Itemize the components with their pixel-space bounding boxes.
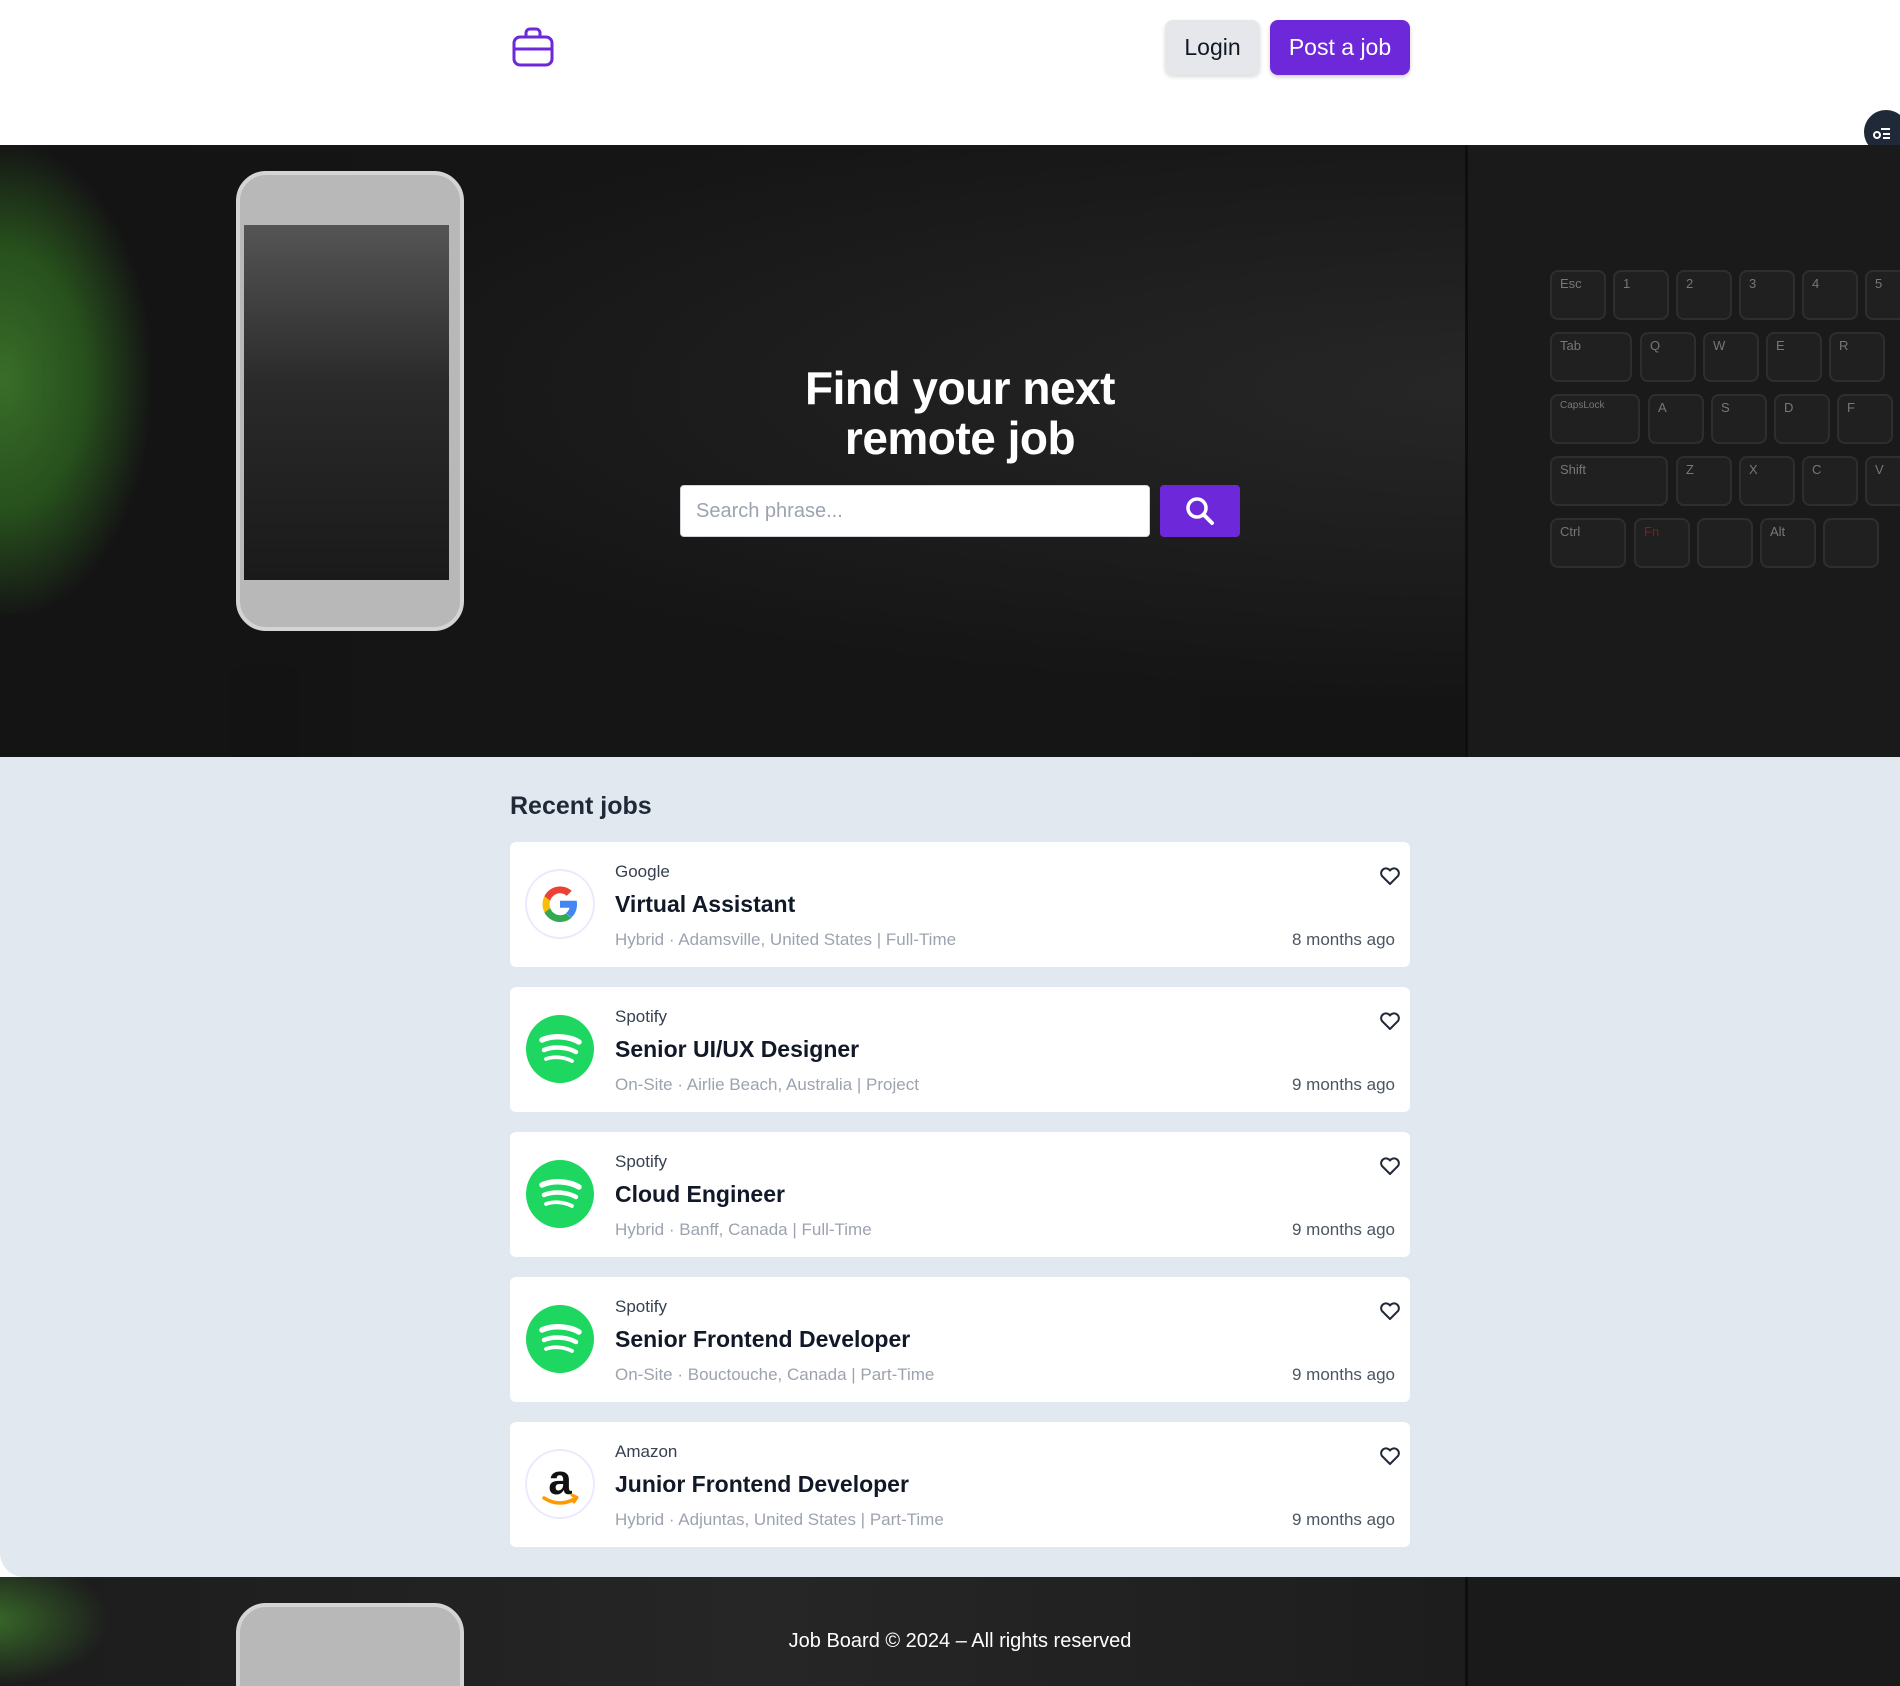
device-decoration (230, 665, 300, 757)
heart-icon[interactable] (1378, 864, 1402, 888)
keyboard-key: D (1774, 394, 1830, 444)
svg-text:a: a (548, 1456, 572, 1503)
job-card[interactable]: Spotify Senior UI/UX Designer On-Site · … (510, 987, 1410, 1112)
heart-icon[interactable] (1378, 1299, 1402, 1323)
keyboard-key: 2 (1676, 270, 1732, 320)
job-card[interactable]: Spotify Cloud Engineer Hybrid · Banff, C… (510, 1132, 1410, 1257)
job-company: Google (615, 862, 670, 881)
job-card[interactable]: Google Virtual Assistant Hybrid · Adamsv… (510, 842, 1410, 967)
keyboard-key: F (1837, 394, 1893, 444)
hero-title-line: remote job (844, 412, 1076, 464)
job-company: Spotify (615, 1007, 667, 1026)
site-header: Login Post a job (0, 0, 1900, 145)
job-company: Spotify (615, 1297, 667, 1316)
google-logo (525, 869, 595, 939)
job-title[interactable]: Junior Frontend Developer (615, 1471, 909, 1498)
amazon-logo: a (525, 1449, 595, 1519)
job-title[interactable]: Senior UI/UX Designer (615, 1036, 859, 1063)
keyboard-key: Esc (1550, 270, 1606, 320)
job-card[interactable]: a Amazon Junior Frontend Developer Hybri… (510, 1422, 1410, 1547)
phone-screen-decoration (244, 225, 449, 580)
job-posted-time: 8 months ago (1291, 930, 1395, 949)
hero-banner: Esc 1 2 3 4 5 Tab Q W E R CapsLock A S D… (0, 145, 1900, 757)
site-footer: Job Board © 2024 – All rights reserved (0, 1577, 1900, 1686)
keyboard-key: E (1766, 332, 1822, 382)
keyboard-key: 3 (1739, 270, 1795, 320)
keyboard-key: Z (1676, 456, 1732, 506)
job-posted-time: 9 months ago (1291, 1220, 1395, 1239)
keyboard-key: R (1829, 332, 1885, 382)
job-posted-time: 9 months ago (1291, 1510, 1395, 1529)
briefcase-icon[interactable] (510, 24, 556, 70)
job-meta: On-Site · Bouctouche, Canada | Part-Time (615, 1365, 935, 1384)
keyboard-key: S (1711, 394, 1767, 444)
job-card[interactable]: Spotify Senior Frontend Developer On-Sit… (510, 1277, 1410, 1402)
keyboard-decoration: Esc 1 2 3 4 5 Tab Q W E R CapsLock A S D… (1465, 145, 1900, 757)
spotify-logo (525, 1159, 595, 1229)
heart-icon[interactable] (1378, 1154, 1402, 1178)
job-meta: Hybrid · Adamsville, United States | Ful… (615, 930, 957, 949)
keyboard-key: Ctrl (1550, 518, 1626, 568)
plant-decoration (0, 145, 150, 615)
keyboard-key: Fn (1634, 518, 1690, 568)
keyboard-key: V (1865, 456, 1900, 506)
section-heading: Recent jobs (510, 792, 652, 820)
search-icon (1186, 497, 1214, 525)
keyboard-key: Alt (1760, 518, 1816, 568)
keyboard-key: 5 (1865, 270, 1900, 320)
heart-icon[interactable] (1378, 1444, 1402, 1468)
footer-copyright: Job Board © 2024 – All rights reserved (788, 1630, 1132, 1652)
keyboard-key: W (1703, 332, 1759, 382)
job-posted-time: 9 months ago (1291, 1365, 1395, 1384)
job-meta: On-Site · Airlie Beach, Australia | Proj… (615, 1075, 919, 1094)
job-title[interactable]: Cloud Engineer (615, 1181, 785, 1208)
keyboard-key: 1 (1613, 270, 1669, 320)
list-settings-icon (1873, 128, 1890, 139)
recent-jobs-section: Recent jobs Google Virtual Assistant Hyb… (0, 757, 1900, 1577)
heart-icon[interactable] (1378, 1009, 1402, 1033)
job-posted-time: 9 months ago (1291, 1075, 1395, 1094)
keyboard-key: Shift (1550, 456, 1668, 506)
keyboard-key (1823, 518, 1879, 568)
keyboard-key: 4 (1802, 270, 1858, 320)
job-title[interactable]: Senior Frontend Developer (615, 1326, 910, 1353)
job-company: Spotify (615, 1152, 667, 1171)
job-meta: Hybrid · Banff, Canada | Full-Time (615, 1220, 872, 1239)
keyboard-key: C (1802, 456, 1858, 506)
keyboard-key: Tab (1550, 332, 1632, 382)
keyboard-key: A (1648, 394, 1704, 444)
keyboard-key: X (1739, 456, 1795, 506)
post-job-button[interactable]: Post a job (1270, 20, 1410, 75)
keyboard-key: Q (1640, 332, 1696, 382)
keyboard-key: CapsLock (1550, 394, 1640, 444)
hero-title-line: Find your next (805, 362, 1115, 414)
job-meta: Hybrid · Adjuntas, United States | Part-… (615, 1510, 944, 1529)
keyboard-key (1697, 518, 1753, 568)
hero-title: Find your next remote job (760, 363, 1160, 463)
spotify-logo (525, 1014, 595, 1084)
login-button[interactable]: Login (1165, 20, 1260, 75)
search-input[interactable] (680, 485, 1150, 537)
job-company: Amazon (615, 1442, 678, 1461)
spotify-logo (525, 1304, 595, 1374)
job-title[interactable]: Virtual Assistant (615, 891, 795, 918)
search-button[interactable] (1160, 485, 1240, 537)
